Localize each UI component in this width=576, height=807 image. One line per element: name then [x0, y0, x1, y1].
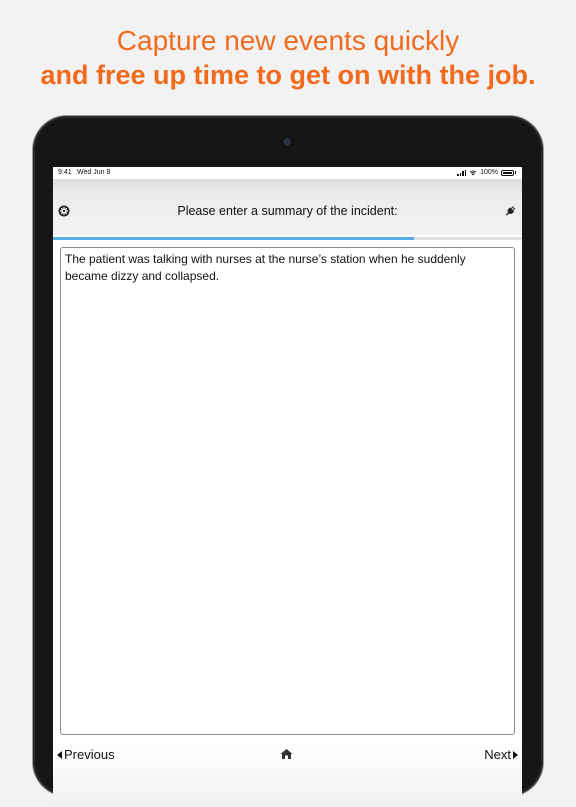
marketing-headline: Capture new events quickly and free up t… — [0, 24, 576, 92]
caret-right-icon — [513, 750, 518, 759]
previous-label: Previous — [64, 747, 115, 762]
plug-icon[interactable] — [504, 204, 517, 218]
home-icon[interactable] — [280, 748, 293, 760]
incident-summary-field[interactable]: The patient was talking with nurses at t… — [60, 247, 515, 735]
next-label: Next — [484, 747, 511, 762]
battery-tip — [515, 171, 516, 174]
wifi-icon — [469, 170, 477, 175]
battery-icon — [501, 169, 514, 176]
status-bar: 9:41 Wed Jun 8 100% — [53, 167, 522, 179]
app-screen: 9:41 Wed Jun 8 100% Please enter a summa… — [53, 167, 522, 807]
progress-bar — [53, 237, 522, 240]
status-indicators: 100% — [457, 169, 516, 176]
status-date: Wed Jun 8 — [77, 169, 111, 176]
status-time: 9:41 — [58, 169, 72, 176]
tablet-device: 9:41 Wed Jun 8 100% Please enter a summa… — [33, 116, 543, 807]
camera-icon — [283, 138, 291, 146]
previous-button[interactable]: Previous — [57, 747, 115, 762]
signal-icon — [457, 169, 467, 176]
headline-line-2: and free up time to get on with the job. — [40, 60, 536, 90]
caret-left-icon — [57, 750, 62, 759]
battery-percent: 100% — [480, 169, 498, 176]
page-title: Please enter a summary of the incident: — [177, 204, 398, 218]
next-button[interactable]: Next — [484, 747, 518, 762]
headline-line-1: Capture new events quickly — [116, 25, 460, 56]
progress-fill — [53, 237, 415, 240]
nav-bar: Please enter a summary of the incident: — [53, 179, 522, 235]
bottom-toolbar: Previous Next — [53, 743, 522, 807]
